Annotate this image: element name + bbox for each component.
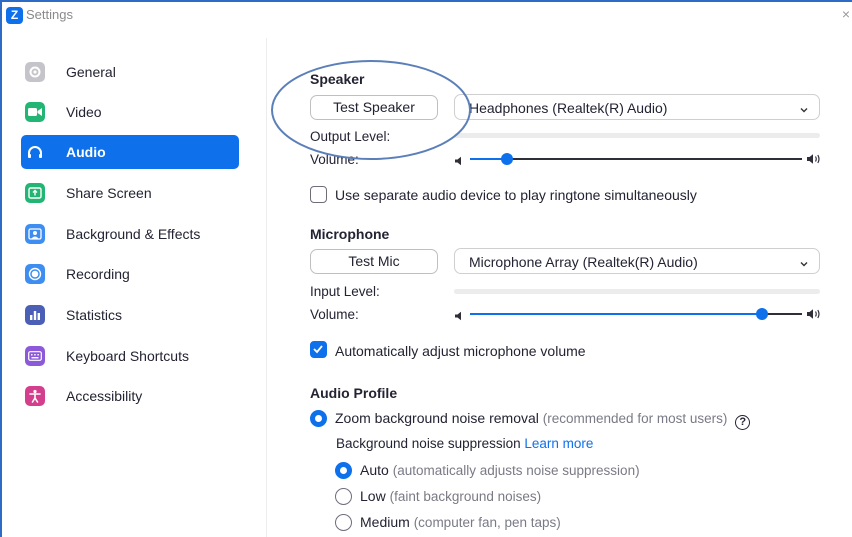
video-camera-icon bbox=[25, 102, 45, 122]
suppression-auto-hint: (automatically adjusts noise suppression… bbox=[392, 463, 640, 478]
sidebar-item-statistics[interactable]: Statistics bbox=[21, 298, 239, 332]
separate-ringtone-checkbox[interactable] bbox=[310, 186, 327, 203]
zoom-noise-removal-hint: (recommended for most users) bbox=[542, 411, 728, 426]
suppression-medium-option: Medium (computer fan, pen taps) bbox=[360, 514, 561, 530]
learn-more-link[interactable]: Learn more bbox=[524, 436, 593, 451]
volume-low-icon bbox=[454, 308, 463, 326]
headphones-icon bbox=[25, 142, 45, 162]
sidebar-item-recording[interactable]: Recording bbox=[21, 257, 239, 291]
sidebar-item-audio[interactable]: Audio bbox=[21, 135, 239, 169]
suppression-auto-option: Auto (automatically adjusts noise suppre… bbox=[360, 462, 640, 478]
suppression-medium-radio[interactable] bbox=[335, 514, 352, 531]
speaker-volume-slider[interactable] bbox=[454, 151, 822, 167]
sidebar-item-general[interactable]: General bbox=[21, 55, 239, 89]
zoom-noise-removal-label: Zoom background noise removal bbox=[335, 410, 539, 426]
checkmark-icon bbox=[313, 345, 323, 354]
settings-window: Z Settings × General Video Audio Share S… bbox=[0, 0, 852, 537]
zoom-noise-removal-option: Zoom background noise removal (recommend… bbox=[335, 410, 751, 430]
sidebar-item-share-screen[interactable]: Share Screen bbox=[21, 176, 239, 210]
suppression-auto-radio[interactable] bbox=[335, 462, 352, 479]
sidebar-item-label: Audio bbox=[66, 144, 106, 160]
input-level-label: Input Level: bbox=[310, 284, 380, 299]
chevron-down-icon bbox=[799, 102, 809, 120]
output-level-meter bbox=[454, 133, 820, 138]
share-screen-icon bbox=[25, 183, 45, 203]
suppression-auto-label: Auto bbox=[360, 462, 389, 478]
auto-adjust-mic-label: Automatically adjust microphone volume bbox=[335, 343, 586, 359]
window-title: Settings bbox=[26, 7, 73, 22]
noise-suppression-label: Background noise suppression bbox=[336, 436, 521, 451]
sidebar-item-accessibility[interactable]: Accessibility bbox=[21, 379, 239, 413]
chevron-down-icon bbox=[799, 256, 809, 274]
separate-ringtone-label: Use separate audio device to play ringto… bbox=[335, 187, 697, 203]
microphone-volume-slider[interactable] bbox=[454, 306, 822, 322]
volume-high-icon bbox=[806, 152, 822, 170]
test-mic-button[interactable]: Test Mic bbox=[310, 249, 438, 274]
sidebar: General Video Audio Share Screen Backgro bbox=[2, 38, 267, 537]
audio-profile-section-title: Audio Profile bbox=[310, 385, 398, 401]
slider-track bbox=[470, 158, 802, 160]
noise-suppression-row: Background noise suppression Learn more bbox=[336, 436, 593, 451]
volume-high-icon bbox=[806, 307, 822, 325]
auto-adjust-mic-checkbox[interactable] bbox=[310, 341, 327, 358]
microphone-device-value: Microphone Array (Realtek(R) Audio) bbox=[469, 254, 698, 270]
annotation-ellipse bbox=[271, 60, 471, 160]
sidebar-item-label: Video bbox=[66, 104, 102, 120]
slider-fill bbox=[470, 313, 763, 315]
slider-thumb[interactable] bbox=[756, 308, 769, 320]
sidebar-item-video[interactable]: Video bbox=[21, 95, 239, 129]
suppression-medium-hint: (computer fan, pen taps) bbox=[413, 515, 561, 530]
keyboard-icon bbox=[25, 346, 45, 366]
sidebar-item-label: Share Screen bbox=[66, 185, 152, 201]
zoom-noise-removal-radio[interactable] bbox=[310, 410, 327, 427]
suppression-low-option: Low (faint background noises) bbox=[360, 488, 541, 504]
suppression-low-label: Low bbox=[360, 488, 386, 504]
sidebar-item-label: Statistics bbox=[66, 307, 123, 323]
input-level-meter bbox=[454, 289, 820, 294]
microphone-section-title: Microphone bbox=[310, 226, 390, 242]
record-icon bbox=[25, 264, 45, 284]
sidebar-item-label: Recording bbox=[66, 266, 130, 282]
suppression-low-radio[interactable] bbox=[335, 488, 352, 505]
zoom-logo-icon: Z bbox=[6, 7, 23, 24]
person-background-icon bbox=[25, 224, 45, 244]
gear-icon bbox=[25, 62, 45, 82]
sidebar-item-label: Accessibility bbox=[66, 388, 143, 404]
title-bar: Z Settings × bbox=[2, 2, 852, 38]
sidebar-item-label: General bbox=[66, 64, 116, 80]
speaker-device-value: Headphones (Realtek(R) Audio) bbox=[469, 100, 668, 116]
speaker-device-select[interactable]: Headphones (Realtek(R) Audio) bbox=[454, 94, 820, 120]
sidebar-item-keyboard-shortcuts[interactable]: Keyboard Shortcuts bbox=[21, 339, 239, 373]
bar-chart-icon bbox=[25, 305, 45, 325]
suppression-low-hint: (faint background noises) bbox=[389, 489, 542, 504]
microphone-volume-label: Volume: bbox=[310, 307, 359, 322]
help-icon[interactable]: ? bbox=[735, 415, 751, 430]
suppression-medium-label: Medium bbox=[360, 514, 410, 530]
accessibility-icon bbox=[25, 386, 45, 406]
microphone-device-select[interactable]: Microphone Array (Realtek(R) Audio) bbox=[454, 248, 820, 274]
slider-thumb[interactable] bbox=[500, 153, 513, 165]
close-window-button[interactable]: × bbox=[842, 6, 850, 22]
sidebar-item-background-effects[interactable]: Background & Effects bbox=[21, 217, 239, 251]
sidebar-item-label: Background & Effects bbox=[66, 226, 201, 242]
sidebar-item-label: Keyboard Shortcuts bbox=[66, 348, 189, 364]
